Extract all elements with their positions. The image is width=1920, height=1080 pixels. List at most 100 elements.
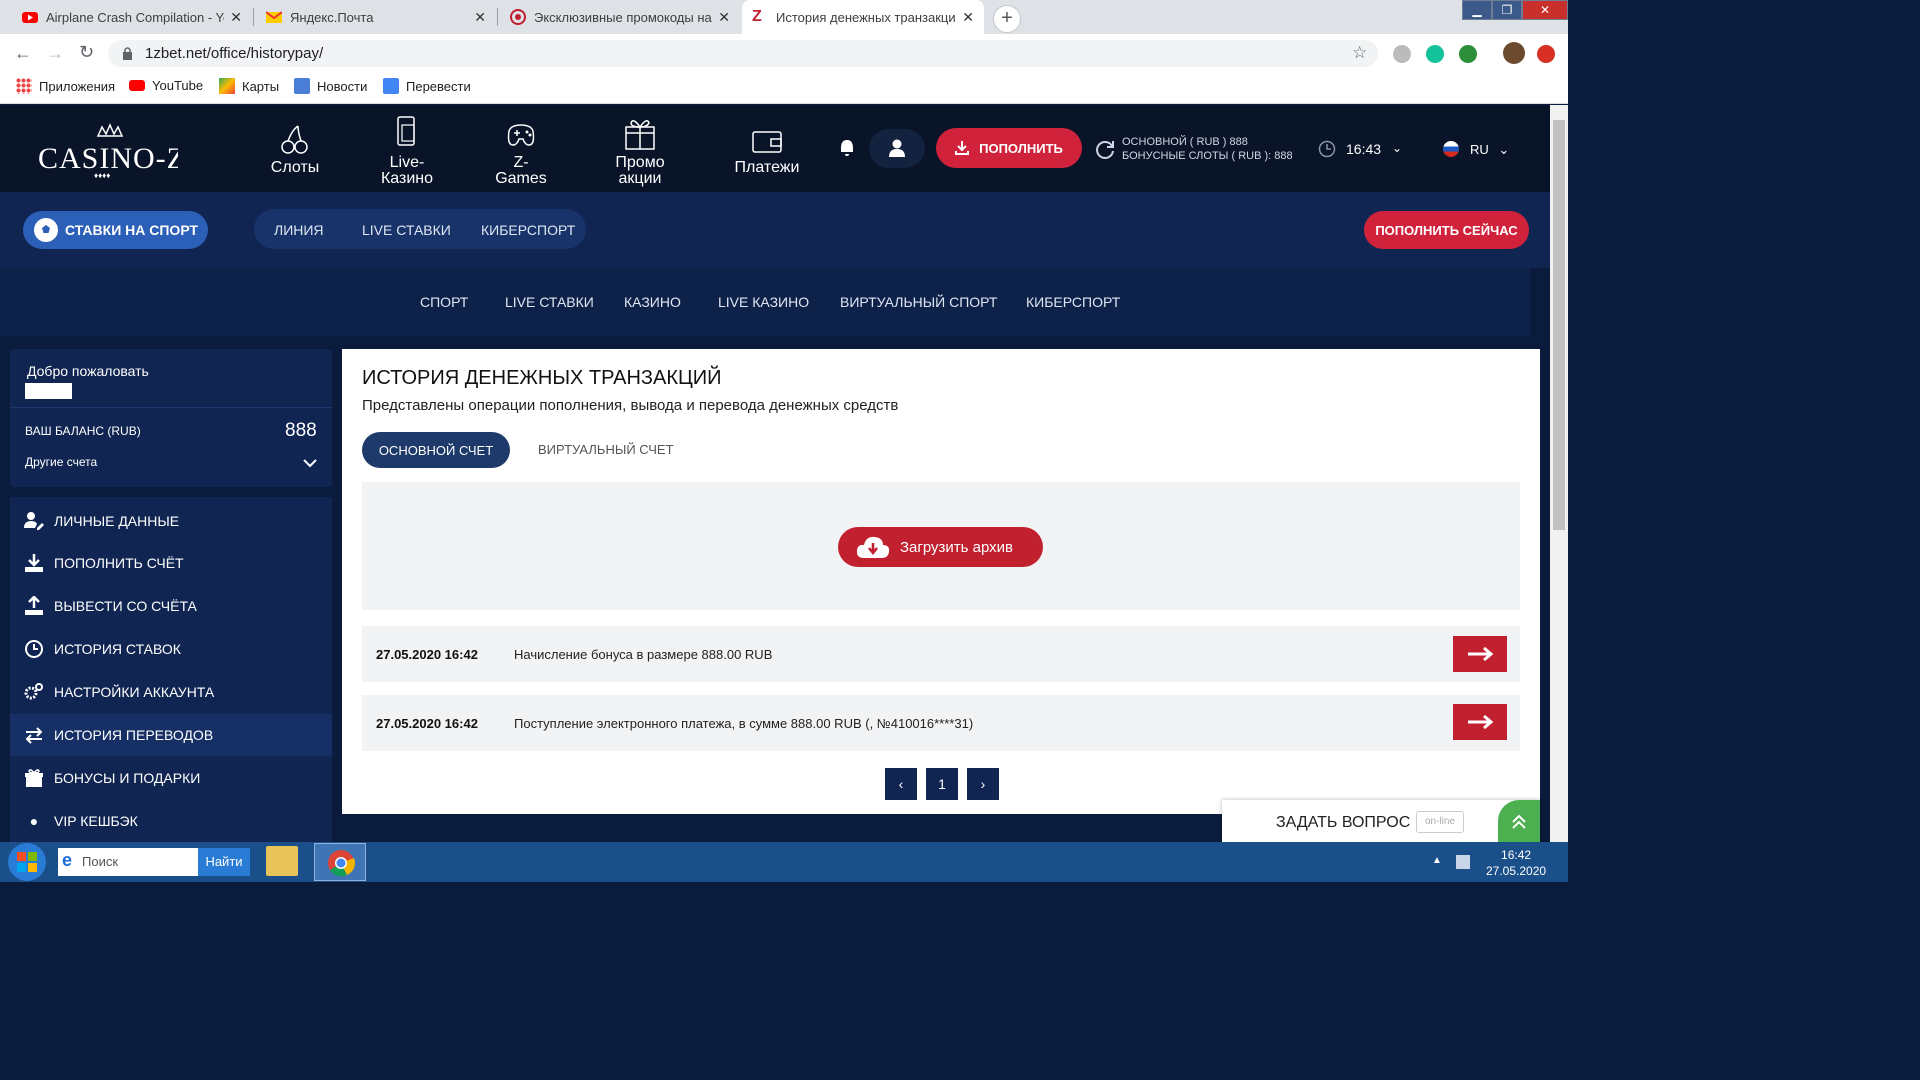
menu-esports[interactable]: КИБЕРСПОРТ bbox=[1026, 294, 1120, 310]
download-icon bbox=[955, 141, 970, 155]
window-controls: ▁ ❐ ✕ bbox=[1462, 0, 1568, 20]
chevron-down-icon[interactable] bbox=[303, 459, 317, 468]
forward-icon[interactable]: → bbox=[46, 43, 64, 64]
windows-start-button[interactable] bbox=[8, 843, 46, 881]
menu-virtual-sport[interactable]: ВИРТУАЛЬНЫЙ СПОРТ bbox=[840, 294, 997, 310]
lock-icon bbox=[123, 47, 132, 60]
youtube-icon bbox=[22, 12, 38, 23]
tab-virtual-account[interactable]: ВИРТУАЛЬНЫЙ СЧЕТ bbox=[538, 442, 674, 457]
menu-casino[interactable]: КАЗИНО bbox=[624, 294, 681, 310]
update-icon[interactable] bbox=[1537, 45, 1555, 63]
bookmark-youtube[interactable]: YouTube bbox=[129, 78, 203, 93]
extension-icon[interactable] bbox=[1393, 45, 1411, 63]
welcome-text: Добро пожаловать bbox=[27, 363, 149, 379]
tab-promo[interactable]: Эксклюзивные промокоды на с ✕ bbox=[500, 0, 740, 34]
menu-bonuses[interactable]: БОНУСЫ И ПОДАРКИ bbox=[10, 757, 332, 799]
menu-withdraw[interactable]: ВЫВЕСТИ СО СЧЁТА bbox=[10, 585, 332, 627]
nav-payments[interactable]: Платежи bbox=[722, 126, 812, 176]
menu-account-settings[interactable]: НАСТРОЙКИ АККАУНТА bbox=[10, 671, 332, 713]
taskbar-search-input[interactable]: Поиск bbox=[58, 848, 198, 876]
user-button[interactable] bbox=[869, 129, 925, 168]
menu-deposit[interactable]: ПОПОЛНИТЬ СЧЁТ bbox=[10, 542, 332, 584]
tab-youtube[interactable]: Airplane Crash Compilation - Yo ✕ bbox=[12, 0, 252, 34]
pagination-prev[interactable]: ‹ bbox=[885, 768, 917, 800]
deposit-button[interactable]: ПОПОЛНИТЬ bbox=[936, 128, 1082, 168]
sport-bar bbox=[0, 192, 1550, 268]
cloud-download-icon bbox=[856, 536, 890, 558]
taskbar-clock[interactable]: 16:42 27.05.2020 bbox=[1486, 847, 1546, 879]
minimize-icon[interactable]: ▁ bbox=[1462, 0, 1492, 20]
pagination-next[interactable]: › bbox=[967, 768, 999, 800]
online-badge: on-line bbox=[1416, 811, 1464, 833]
menu-transfer-history[interactable]: ИСТОРИЯ ПЕРЕВОДОВ bbox=[10, 714, 332, 756]
bell-icon[interactable] bbox=[838, 138, 856, 158]
extension-icon[interactable] bbox=[1459, 45, 1477, 63]
other-accounts-toggle[interactable]: Другие счета bbox=[25, 455, 97, 469]
bookmark-translate[interactable]: Перевести bbox=[383, 78, 471, 94]
nav-label: Live- Казино bbox=[380, 154, 434, 187]
balance-info[interactable]: ОСНОВНОЙ ( RUB ) 888 БОНУСНЫЕ СЛОТЫ ( RU… bbox=[1122, 135, 1293, 163]
grammarly-icon[interactable] bbox=[1426, 45, 1444, 63]
casino-z-logo[interactable]: CASINO-Z ♦♦♦♦ bbox=[38, 122, 178, 182]
ask-question-label: ЗАДАТЬ ВОПРОС bbox=[1276, 814, 1411, 831]
language-selector[interactable]: RU ⌄ bbox=[1470, 142, 1509, 158]
tray-expand-icon[interactable]: ▲ bbox=[1432, 855, 1442, 866]
transaction-details-button[interactable] bbox=[1453, 636, 1507, 672]
menu-sport[interactable]: СПОРТ bbox=[420, 294, 468, 310]
taskbar-time: 16:42 bbox=[1501, 848, 1532, 862]
nav-z-games[interactable]: Z- Games bbox=[476, 115, 566, 187]
new-tab-button[interactable]: + bbox=[993, 5, 1021, 33]
close-icon[interactable]: ✕ bbox=[718, 9, 730, 26]
menu-label: БОНУСЫ И ПОДАРКИ bbox=[54, 770, 201, 786]
transaction-details-button[interactable] bbox=[1453, 704, 1507, 740]
taskbar-chrome-button[interactable] bbox=[314, 843, 366, 881]
bookmark-label: Карты bbox=[242, 78, 280, 94]
expand-chat-button[interactable] bbox=[1498, 800, 1540, 842]
tab-live-bets[interactable]: LIVE СТАВКИ bbox=[362, 222, 451, 238]
chevron-down-icon[interactable]: ⌄ bbox=[1392, 141, 1402, 155]
news-icon bbox=[294, 78, 310, 94]
nav-promo[interactable]: Промо акции bbox=[595, 115, 685, 187]
reload-icon[interactable]: ↻ bbox=[79, 42, 94, 63]
bookmark-maps[interactable]: Карты bbox=[219, 78, 279, 94]
youtube-icon bbox=[129, 80, 145, 91]
download-archive-button[interactable]: Загрузить архив bbox=[838, 527, 1043, 567]
url-text[interactable]: 1zbet.net/office/historypay/ bbox=[145, 45, 323, 62]
close-icon[interactable]: ✕ bbox=[474, 9, 486, 26]
transaction-date: 27.05.2020 16:42 bbox=[376, 716, 478, 731]
tab-esports[interactable]: КИБЕРСПОРТ bbox=[481, 222, 575, 238]
taskbar-find-button[interactable]: Найти bbox=[198, 848, 250, 876]
maximize-icon[interactable]: ❐ bbox=[1492, 0, 1522, 20]
scrollbar-thumb[interactable] bbox=[1553, 120, 1565, 530]
refresh-icon[interactable] bbox=[1094, 138, 1116, 160]
menu-label: НАСТРОЙКИ АККАУНТА bbox=[54, 684, 215, 700]
tab-yandex-mail[interactable]: Яндекс.Почта ✕ bbox=[256, 0, 496, 34]
menu-live-bets[interactable]: LIVE СТАВКИ bbox=[505, 294, 594, 310]
star-icon[interactable]: ☆ bbox=[1352, 43, 1367, 63]
menu-live-casino[interactable]: LIVE КАЗИНО bbox=[718, 294, 809, 310]
menu-bet-history[interactable]: ИСТОРИЯ СТАВОК bbox=[10, 628, 332, 670]
sport-bets-button[interactable]: СТАВКИ НА СПОРТ bbox=[23, 211, 208, 249]
bookmark-apps[interactable]: Приложения bbox=[16, 78, 115, 94]
pagination-page[interactable]: 1 bbox=[926, 768, 958, 800]
bookmark-news[interactable]: Новости bbox=[294, 78, 367, 94]
tab-line[interactable]: ЛИНИЯ bbox=[274, 222, 324, 238]
tab-main-account[interactable]: ОСНОВНОЙ СЧЕТ bbox=[362, 432, 510, 468]
menu-vip-cashback[interactable]: ● VIP КЕШБЭК bbox=[10, 800, 332, 842]
transaction-description: Начисление бонуса в размере 888.00 RUB bbox=[514, 647, 773, 662]
close-icon[interactable]: ✕ bbox=[962, 9, 974, 26]
user-icon bbox=[889, 139, 905, 157]
deposit-now-button[interactable]: ПОПОЛНИТЬ СЕЙЧАС bbox=[1364, 211, 1529, 249]
casino-z-icon: Z bbox=[752, 8, 762, 25]
file-explorer-icon[interactable] bbox=[266, 846, 298, 876]
tab-active[interactable]: Z История денежных транзакций ✕ bbox=[742, 0, 984, 34]
close-window-icon[interactable]: ✕ bbox=[1522, 0, 1568, 20]
menu-label: ПОПОЛНИТЬ СЧЁТ bbox=[54, 555, 184, 571]
back-icon[interactable]: ← bbox=[14, 43, 32, 64]
menu-personal-data[interactable]: ЛИЧНЫЕ ДАННЫЕ bbox=[10, 500, 332, 542]
close-icon[interactable]: ✕ bbox=[230, 9, 242, 26]
avatar[interactable] bbox=[1503, 42, 1525, 64]
nav-live-casino[interactable]: Live- Казино bbox=[362, 115, 452, 187]
network-icon[interactable] bbox=[1456, 855, 1470, 869]
nav-slots[interactable]: Слоты bbox=[250, 122, 340, 176]
